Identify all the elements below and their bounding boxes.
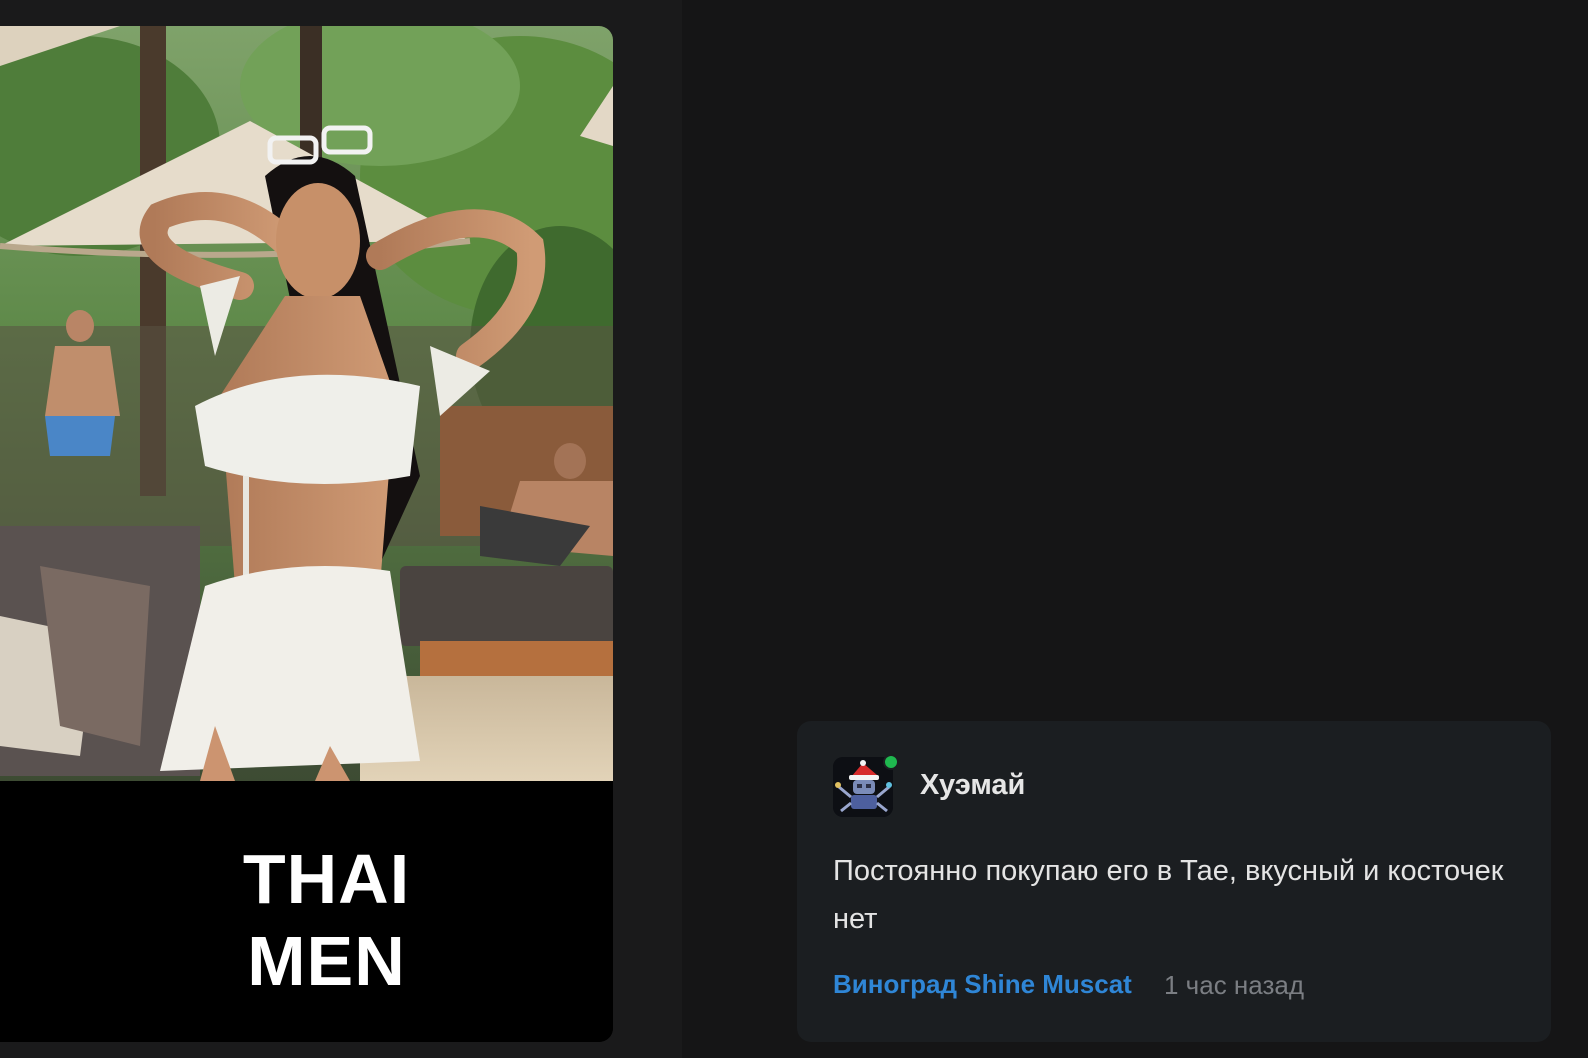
caption-line-1: THAI bbox=[242, 840, 411, 918]
comment-timestamp: 1 час назад bbox=[1164, 970, 1304, 1000]
feed-column: THAI MEN bbox=[0, 0, 682, 1058]
online-status-dot bbox=[883, 754, 899, 770]
product-link[interactable]: Виноград Shine Muscat bbox=[833, 969, 1132, 1000]
comment-username[interactable]: Хуэмай bbox=[920, 769, 1025, 802]
post-photo[interactable] bbox=[0, 26, 613, 781]
caption-line-2: MEN bbox=[247, 922, 406, 1000]
comment-card: Хуэмай Постоянно покупаю его в Тае, вкус… bbox=[797, 721, 1551, 1042]
page: THAI MEN Хуэмай Постоянно покупаю его в … bbox=[0, 0, 1588, 1058]
avatar[interactable] bbox=[833, 754, 899, 817]
post-card[interactable]: THAI MEN bbox=[0, 26, 613, 1042]
comment-text: Постоянно покупаю его в Тае, вкусный и к… bbox=[833, 855, 1504, 935]
post-caption: THAI MEN bbox=[0, 781, 613, 1042]
